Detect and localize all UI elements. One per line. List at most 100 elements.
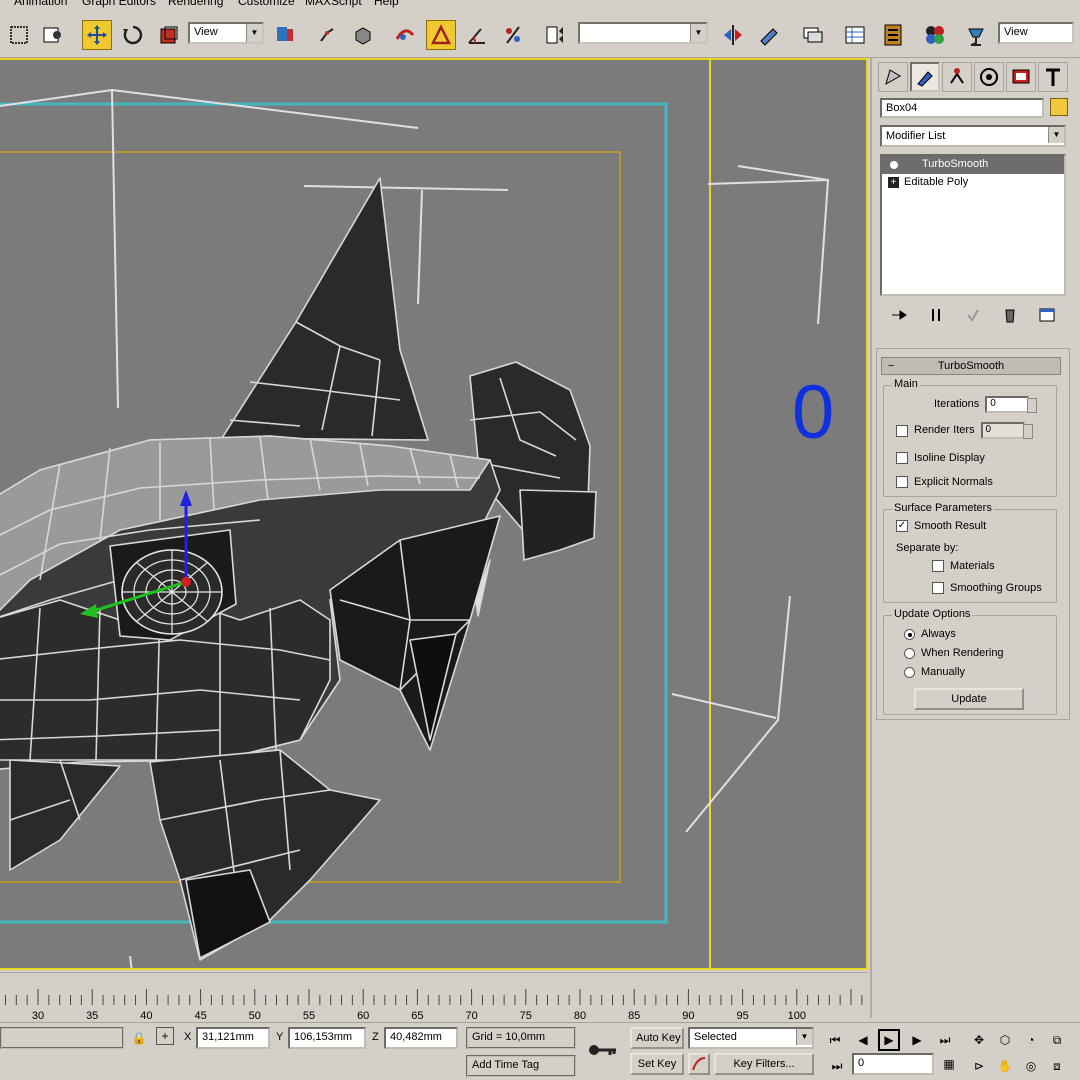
iterations-spinner[interactable]: 0 bbox=[985, 396, 1038, 413]
zoom-all-icon[interactable]: ⬡ bbox=[994, 1029, 1016, 1051]
go-to-end-icon[interactable]: ⏭ bbox=[934, 1029, 956, 1051]
smoothing-groups-row: Smoothing Groups bbox=[932, 582, 1042, 595]
materials-row: Materials bbox=[932, 560, 995, 573]
separate-by-label: Separate by: bbox=[896, 542, 959, 554]
object-color-swatch[interactable] bbox=[1050, 98, 1068, 116]
timeline[interactable]: 30 35 40 45 50 55 60 65 70 75 80 85 90 95 100 bbox=[0, 972, 868, 1022]
update-button[interactable]: Update bbox=[914, 688, 1024, 710]
motion-tab[interactable] bbox=[974, 62, 1004, 92]
pan-icon[interactable]: ✋ bbox=[994, 1055, 1016, 1077]
auto-key-button[interactable]: Auto Key bbox=[630, 1027, 684, 1049]
add-time-tag-button[interactable]: Add Time Tag bbox=[466, 1055, 576, 1077]
select-by-name-icon[interactable] bbox=[38, 20, 68, 50]
pivot-icon[interactable] bbox=[270, 20, 300, 50]
maximize-viewport-icon[interactable]: ⧈ bbox=[1046, 1055, 1068, 1077]
modify-tab[interactable] bbox=[910, 62, 940, 92]
remove-modifier-icon[interactable] bbox=[996, 304, 1024, 326]
show-end-result-icon[interactable] bbox=[922, 304, 950, 326]
key-filters-button[interactable]: Key Filters... bbox=[714, 1053, 814, 1075]
pin-stack-icon[interactable] bbox=[885, 304, 913, 326]
zoom-extents-icon[interactable]: ◔ bbox=[1020, 1029, 1042, 1051]
menu-maxscript[interactable]: MAXScript bbox=[305, 0, 362, 8]
next-frame-icon[interactable]: ▶ bbox=[906, 1029, 928, 1051]
absolute-mode-icon[interactable]: + bbox=[156, 1027, 174, 1045]
go-to-start-icon[interactable]: ⏮ bbox=[824, 1029, 846, 1051]
menu-animation[interactable]: Animation bbox=[14, 0, 67, 8]
explicit-normals-checkbox[interactable] bbox=[896, 476, 908, 489]
material-editor-icon[interactable] bbox=[920, 20, 950, 50]
fish-mesh bbox=[0, 177, 597, 961]
hierarchy-tab[interactable] bbox=[942, 62, 972, 92]
iterations-row: Iterations 0 bbox=[934, 396, 1038, 413]
stack-item-turbosmooth[interactable]: TurboSmooth bbox=[882, 156, 1064, 174]
utilities-tab[interactable] bbox=[1038, 62, 1068, 92]
key-icon[interactable] bbox=[586, 1039, 620, 1061]
render-iters-checkbox[interactable] bbox=[896, 424, 908, 437]
status-bar: 🔒 + X 31,121mm Y 106,153mm Z 40,482mm Gr… bbox=[0, 1022, 1080, 1080]
make-unique-icon[interactable] bbox=[959, 304, 987, 326]
command-panel: Box04 Modifier List ▼ TurboSmooth + Editab… bbox=[870, 58, 1080, 1018]
stack-item-editable-poly[interactable]: + Editable Poly bbox=[882, 174, 1064, 192]
move-icon[interactable] bbox=[82, 20, 112, 50]
rotate-icon[interactable] bbox=[118, 20, 148, 50]
link-icon[interactable] bbox=[312, 20, 342, 50]
configure-modifier-sets-icon[interactable] bbox=[1033, 304, 1061, 326]
menu-help[interactable]: Help bbox=[374, 0, 399, 8]
play-icon[interactable]: ▶ bbox=[878, 1029, 900, 1051]
modifier-list-dropdown[interactable]: Modifier List ▼ bbox=[880, 125, 1066, 147]
orbit-icon[interactable]: ◎ bbox=[1020, 1055, 1042, 1077]
previous-frame-icon[interactable]: ◀ bbox=[852, 1029, 874, 1051]
named-selection-dropdown[interactable]: ▼ bbox=[578, 22, 708, 44]
z-coordinate-field[interactable]: 40,482mm bbox=[384, 1027, 458, 1049]
y-coordinate-field[interactable]: 106,153mm bbox=[288, 1027, 366, 1049]
smooth-result-checkbox[interactable]: ✓ bbox=[896, 520, 908, 533]
menu-customize[interactable]: Customize bbox=[238, 0, 295, 8]
render-iters-spinner[interactable]: 0 bbox=[980, 422, 1033, 439]
angle-snap-icon[interactable] bbox=[462, 20, 492, 50]
curve-editor-icon[interactable] bbox=[840, 20, 870, 50]
render-scene-icon[interactable] bbox=[962, 20, 992, 50]
percent-snap-icon[interactable] bbox=[498, 20, 528, 50]
field-of-view-icon[interactable]: ⊳ bbox=[968, 1055, 990, 1077]
manually-row: Manually bbox=[904, 666, 965, 678]
bind-spacewarp-icon[interactable] bbox=[390, 20, 420, 50]
y-label: Y bbox=[276, 1031, 284, 1043]
key-mode-toggle-icon[interactable]: ⏭ bbox=[826, 1055, 848, 1077]
current-frame-field[interactable]: 0 bbox=[852, 1053, 934, 1075]
perspective-viewport[interactable]: 0 bbox=[0, 58, 868, 970]
x-coordinate-field[interactable]: 31,121mm bbox=[196, 1027, 270, 1049]
scale-icon[interactable] bbox=[154, 20, 184, 50]
view-dropdown[interactable]: View bbox=[998, 22, 1074, 44]
display-tab[interactable] bbox=[1006, 62, 1036, 92]
key-mode-dropdown[interactable]: Selected ▼ bbox=[688, 1027, 814, 1049]
menu-graph-editors[interactable]: Graph Editors bbox=[82, 0, 156, 8]
when-rendering-radio[interactable] bbox=[904, 647, 915, 659]
render-iters-row: Render Iters 0 bbox=[896, 422, 1033, 439]
align-icon[interactable] bbox=[754, 20, 784, 50]
zoom-icon[interactable]: ✥ bbox=[968, 1029, 990, 1051]
always-radio[interactable] bbox=[904, 628, 915, 640]
ref-coord-dropdown[interactable]: View ▼ bbox=[188, 22, 264, 44]
layer-manager-icon[interactable] bbox=[798, 20, 828, 50]
expand-icon[interactable]: + bbox=[888, 177, 899, 188]
ruler-label: 90 bbox=[682, 1010, 694, 1021]
rollout-header[interactable]: − TurboSmooth bbox=[881, 357, 1061, 375]
spinner-snap-icon[interactable] bbox=[540, 20, 570, 50]
key-tangent-icon[interactable] bbox=[688, 1053, 710, 1075]
object-name-field[interactable]: Box04 bbox=[880, 98, 1044, 118]
materials-checkbox[interactable] bbox=[932, 560, 944, 573]
zoom-extents-all-icon[interactable]: ⧉ bbox=[1046, 1029, 1068, 1051]
lock-selection-icon[interactable]: 🔒 bbox=[128, 1027, 150, 1049]
select-object-icon[interactable] bbox=[4, 20, 34, 50]
isoline-checkbox[interactable] bbox=[896, 452, 908, 465]
menu-rendering[interactable]: Rendering bbox=[168, 0, 223, 8]
manually-radio[interactable] bbox=[904, 666, 915, 678]
set-key-button[interactable]: Set Key bbox=[630, 1053, 684, 1075]
schematic-view-icon[interactable] bbox=[878, 20, 908, 50]
smoothing-groups-checkbox[interactable] bbox=[932, 582, 944, 595]
unlink-icon[interactable] bbox=[348, 20, 378, 50]
time-config-icon[interactable]: ▦ bbox=[938, 1053, 960, 1075]
snap-toggle-icon[interactable] bbox=[426, 20, 456, 50]
create-tab[interactable] bbox=[878, 62, 908, 92]
mirror-icon[interactable] bbox=[718, 20, 748, 50]
